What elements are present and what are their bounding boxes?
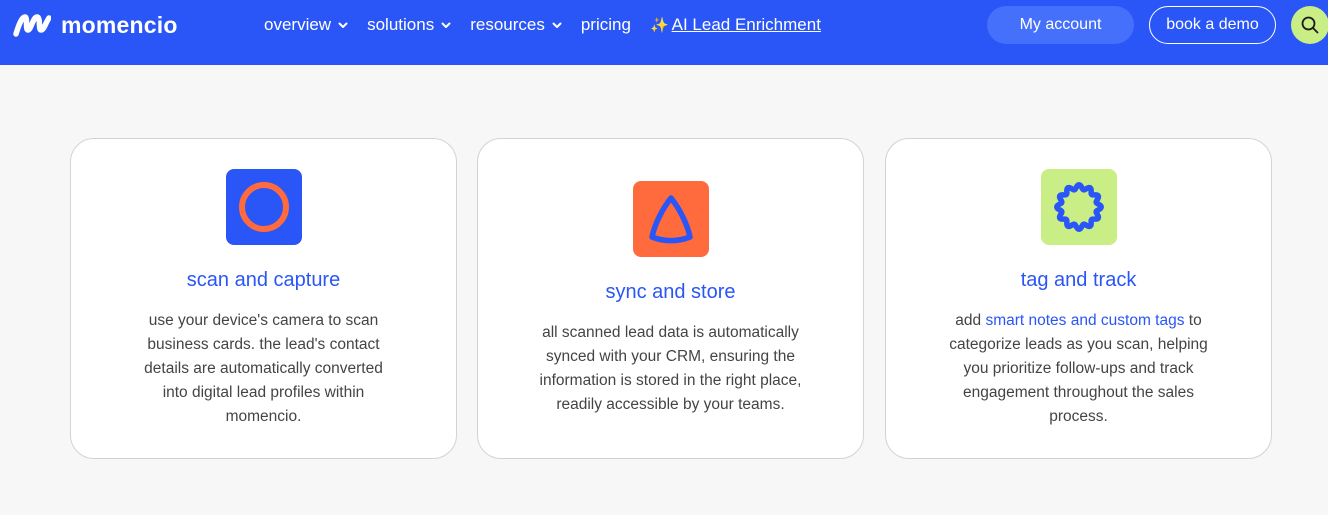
search-icon bbox=[1301, 16, 1319, 34]
nav-ai-label: AI Lead Enrichment bbox=[671, 15, 821, 34]
sparkles-icon: ✨ bbox=[649, 17, 669, 34]
feature-title: scan and capture bbox=[186, 269, 341, 291]
feature-description: use your device's camera to scan busines… bbox=[114, 309, 414, 429]
desc-line: you prioritize follow-ups and track bbox=[963, 360, 1194, 377]
desc-line: synced with your CRM, ensuring the bbox=[546, 348, 795, 365]
feature-description: all scanned lead data is automatically s… bbox=[511, 321, 831, 417]
feature-card-tag: tag and track add smart notes and custom… bbox=[885, 138, 1272, 459]
nav-label: resources bbox=[470, 15, 545, 34]
feature-description: add smart notes and custom tags to categ… bbox=[924, 309, 1234, 429]
nav-solutions[interactable]: solutions bbox=[367, 15, 451, 35]
desc-line: into digital lead profiles within bbox=[162, 384, 365, 401]
site-header: momencio overview solutions resources pr… bbox=[0, 0, 1328, 65]
desc-line: use your device's camera to scan bbox=[148, 312, 379, 329]
desc-line: categorize leads as you scan, helping bbox=[949, 336, 1208, 353]
chevron-down-icon bbox=[552, 22, 562, 28]
feature-card-sync: sync and store all scanned lead data is … bbox=[477, 138, 864, 459]
chevron-down-icon bbox=[338, 22, 348, 28]
nav-label: solutions bbox=[367, 15, 435, 34]
desc-line: details are automatically converted bbox=[144, 360, 383, 377]
desc-line: engagement throughout the sales bbox=[963, 384, 1194, 401]
my-account-button[interactable]: My account bbox=[987, 6, 1134, 44]
feature-card-scan: scan and capture use your device's camer… bbox=[70, 138, 457, 459]
rounded-triangle-icon bbox=[633, 181, 709, 257]
feature-title: sync and store bbox=[605, 281, 736, 303]
nav-pricing[interactable]: pricing bbox=[581, 15, 631, 35]
brand-logo[interactable]: momencio bbox=[13, 12, 178, 38]
smart-notes-link[interactable]: smart notes and custom tags bbox=[985, 312, 1184, 329]
nav-overview[interactable]: overview bbox=[264, 15, 348, 35]
nav-resources[interactable]: resources bbox=[470, 15, 562, 35]
desc-line: readily accessible by your teams. bbox=[556, 396, 785, 413]
desc-line: information is stored in the right place… bbox=[539, 372, 802, 389]
desc-text: to bbox=[1184, 312, 1202, 329]
chevron-down-icon bbox=[441, 22, 451, 28]
desc-line: business cards. the lead's contact bbox=[147, 336, 380, 353]
nav-label: pricing bbox=[580, 15, 631, 34]
brand-name: momencio bbox=[61, 11, 178, 38]
main-nav: overview solutions resources pricing ✨ A… bbox=[264, 0, 821, 50]
scalloped-circle-icon bbox=[1041, 169, 1117, 245]
desc-line: add smart notes and custom tags to bbox=[924, 309, 1234, 333]
nav-ai-lead-enrichment[interactable]: ✨ AI Lead Enrichment bbox=[650, 15, 821, 35]
book-demo-button[interactable]: book a demo bbox=[1149, 6, 1276, 44]
nav-label: overview bbox=[264, 15, 332, 34]
desc-line: all scanned lead data is automatically bbox=[542, 324, 799, 341]
momencio-logo-icon bbox=[13, 14, 51, 37]
desc-line: process. bbox=[1049, 408, 1108, 425]
desc-line: momencio. bbox=[225, 408, 302, 425]
circle-icon bbox=[226, 169, 302, 245]
feature-title: tag and track bbox=[1020, 269, 1137, 291]
search-button[interactable] bbox=[1291, 6, 1328, 44]
desc-text: add bbox=[955, 312, 986, 329]
